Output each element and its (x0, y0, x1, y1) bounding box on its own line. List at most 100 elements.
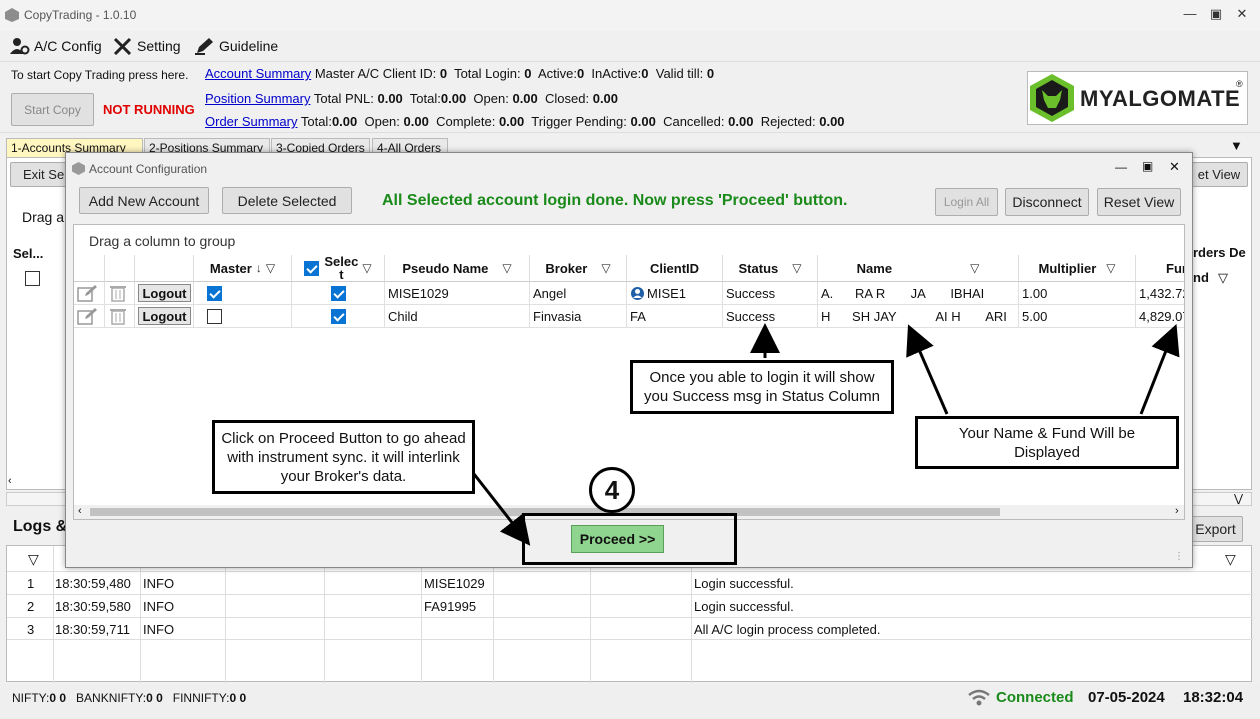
logs-message-filter-icon[interactable]: ▽ (1225, 551, 1236, 568)
start-hint: To start Copy Trading press here. (11, 68, 189, 82)
name-filter-icon[interactable]: ▽ (970, 261, 979, 275)
pseudo-cell: Child (385, 305, 530, 328)
broker-cell: Finvasia (530, 305, 627, 328)
select-filter-icon[interactable]: ▽ (362, 261, 371, 275)
broker-cell: Angel (530, 282, 627, 305)
delete-row-button[interactable] (105, 282, 135, 305)
order-cancelled-value: 0.00 (728, 114, 754, 129)
master-checkbox[interactable] (207, 308, 222, 324)
dialog-close-icon[interactable]: ✕ (1169, 159, 1180, 175)
grid-header-pseudo-name[interactable]: Pseudo Name ▽ (385, 255, 530, 282)
account-summary-link[interactable]: Account Summary (205, 66, 311, 81)
start-copy-button[interactable]: Start Copy (11, 93, 94, 126)
exit-selected-button[interactable]: Exit Se (10, 162, 70, 187)
logs-collapse-icon[interactable]: ⋁ (1234, 492, 1243, 505)
broker-filter-icon[interactable]: ▽ (601, 261, 610, 275)
grid-header-master[interactable]: Master ↓ ▽ (194, 255, 292, 282)
login-all-button[interactable]: Login All (935, 188, 998, 216)
menu-guideline[interactable]: Guideline (195, 37, 278, 55)
edit-row-button[interactable] (74, 282, 105, 305)
grid-header-multiplier[interactable]: Multiplier ▽ (1019, 255, 1136, 282)
scroll-left-icon[interactable]: ‹ (78, 505, 82, 517)
dialog-app-icon (72, 162, 85, 175)
main-scroll-left-icon[interactable]: ‹ (8, 475, 12, 487)
status-callout: Once you able to login it will show you … (630, 360, 894, 414)
order-summary-line: Order Summary Total:0.00 Open: 0.00 Comp… (205, 114, 845, 129)
main-drag-hint: Drag a (22, 209, 65, 225)
position-summary-line: Position Summary Total PNL: 0.00 Total:0… (205, 91, 618, 106)
multiplier-cell: 1.00 (1019, 282, 1136, 305)
nifty-label: NIFTY: (12, 691, 50, 705)
running-status: NOT RUNNING (103, 102, 195, 117)
select-all-checkbox[interactable] (304, 260, 320, 276)
add-new-account-button[interactable]: Add New Account (79, 187, 209, 214)
main-sel-header: Sel... (13, 246, 44, 261)
log-time: 18:30:59,480 (55, 576, 131, 591)
maximize-icon[interactable]: ▣ (1206, 6, 1226, 22)
grid-header-status[interactable]: Status ▽ (723, 255, 818, 282)
select-checkbox[interactable] (330, 308, 346, 324)
select-checkbox[interactable] (330, 285, 346, 301)
client-id-value: MISE1 (647, 285, 687, 301)
menu-ac-config[interactable]: A/C Config (10, 37, 102, 55)
proceed-callout: Click on Proceed Button to go ahead with… (212, 420, 475, 494)
logs-filter-icon[interactable]: ▽ (28, 551, 39, 568)
close-icon[interactable]: ✕ (1232, 6, 1252, 22)
status-filter-icon[interactable]: ▽ (792, 261, 801, 275)
client-cell: FA (627, 305, 723, 328)
select-cell (292, 305, 385, 328)
multiplier-filter-icon[interactable]: ▽ (1106, 261, 1115, 275)
pseudo-filter-icon[interactable]: ▽ (502, 261, 511, 275)
reset-view-button[interactable]: Reset View (1097, 188, 1181, 216)
logout-button[interactable]: Logout (138, 307, 191, 325)
dialog-maximize-icon[interactable]: ▣ (1142, 159, 1153, 173)
grid-header-broker[interactable]: Broker ▽ (530, 255, 627, 282)
log-time: 18:30:59,711 (55, 622, 130, 637)
delete-row-button[interactable] (105, 305, 135, 328)
master-cell (194, 282, 292, 305)
status-cell: Success (723, 282, 818, 305)
delete-selected-button[interactable]: Delete Selected (222, 187, 352, 214)
scroll-right-icon[interactable]: › (1175, 505, 1179, 517)
fund-cell: 1,432.72 (1136, 282, 1184, 305)
name-fund-callout: Your Name & Fund Will be Displayed (915, 416, 1179, 469)
grid-header-select[interactable]: Selec t ▽ (292, 255, 385, 282)
tools-icon (113, 37, 132, 55)
minimize-icon[interactable]: — (1180, 6, 1200, 21)
position-summary-link[interactable]: Position Summary (205, 91, 310, 106)
tabs-dropdown-icon[interactable]: ▼ (1230, 138, 1243, 153)
log-time: 18:30:59,580 (55, 599, 131, 614)
logout-cell: Logout (135, 305, 194, 328)
position-open-label: Open: (473, 91, 509, 106)
grid-header-name[interactable]: Name ▽ (818, 255, 1019, 282)
log-message: Login successful. (694, 576, 794, 591)
export-button[interactable]: Export (1188, 516, 1243, 542)
sort-down-icon[interactable]: ↓ (256, 261, 262, 275)
master-filter-icon[interactable]: ▽ (266, 261, 275, 275)
order-cancelled-label: Cancelled: (663, 114, 725, 129)
dialog-minimize-icon[interactable]: — (1115, 160, 1127, 174)
edit-row-button[interactable] (74, 305, 105, 328)
master-checkbox[interactable] (207, 285, 222, 301)
logout-button[interactable]: Logout (138, 284, 191, 302)
log-no: 2 (27, 599, 35, 614)
order-total-label: Total: (300, 114, 332, 129)
app-icon (5, 8, 19, 22)
user-gear-icon (10, 38, 30, 55)
menu-setting[interactable]: Setting (113, 37, 181, 55)
grid-header-fund[interactable]: Fund (1136, 255, 1184, 282)
log-row: 1 18:30:59,480 INFO MISE1029 Login succe… (7, 571, 1253, 594)
dialog-title: Account Configuration (89, 162, 208, 176)
valid-till-label: Valid till: (655, 66, 704, 81)
log-no: 1 (27, 576, 35, 591)
grid-header-edit (74, 255, 105, 282)
grid-header-client-id[interactable]: ClientID (627, 255, 723, 282)
main-select-checkbox[interactable] (25, 271, 40, 286)
pseudo-header-label: Pseudo Name (402, 260, 489, 276)
edit-icon (77, 285, 97, 302)
main-fund-filter-icon[interactable]: ▽ (1218, 270, 1228, 286)
main-reset-view-button[interactable]: et View (1190, 162, 1248, 187)
resize-grip-icon[interactable]: ⋮ (1174, 551, 1184, 562)
disconnect-button[interactable]: Disconnect (1005, 188, 1089, 216)
order-summary-link[interactable]: Order Summary (205, 114, 297, 129)
